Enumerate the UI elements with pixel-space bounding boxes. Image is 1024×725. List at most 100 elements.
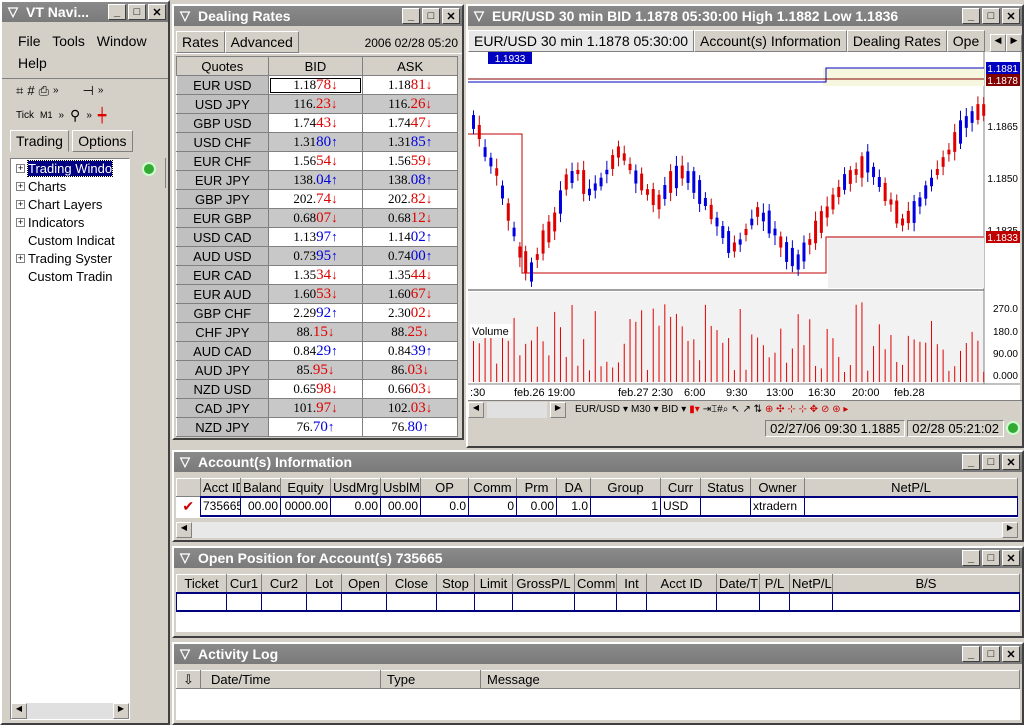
rate-pair[interactable]: EUR GBP <box>176 208 269 228</box>
ask-cell[interactable]: 1.1881↓ <box>362 75 458 95</box>
bid-cell[interactable]: 2.2992↑ <box>267 303 364 323</box>
position-col-header[interactable]: Date/T <box>716 574 760 593</box>
tree-item[interactable]: + Chart Layers <box>11 195 129 213</box>
activity-titlebar[interactable]: ▽ Activity Log _ □ ✕ <box>174 644 1022 664</box>
col-bid[interactable]: BID <box>267 56 364 76</box>
account-cell[interactable]: 0.00 <box>330 495 381 517</box>
period-select[interactable]: M30 <box>631 404 650 415</box>
account-cell[interactable]: 1.0 <box>556 495 591 517</box>
menu-tools[interactable]: Tools <box>52 33 85 49</box>
bid-cell[interactable]: 1.6053↓ <box>267 284 364 304</box>
fit-icon[interactable]: ⇥⌶#⌕ <box>703 404 729 415</box>
rate-pair[interactable]: NZD USD <box>176 379 269 399</box>
rate-pair[interactable]: EUR AUD <box>176 284 269 304</box>
rate-pair[interactable]: USD CHF <box>176 132 269 152</box>
position-col-header[interactable]: Open <box>341 574 387 593</box>
position-cell[interactable] <box>306 591 342 612</box>
ask-cell[interactable]: 1.1402↑ <box>362 227 458 247</box>
rate-row[interactable]: AUD USD 0.7395↑ 0.7400↑ <box>176 246 458 266</box>
account-cell[interactable]: USD <box>660 495 701 517</box>
more-icon-2[interactable]: » <box>98 85 104 96</box>
position-col-header[interactable]: Cur2 <box>261 574 307 593</box>
symbol-select[interactable]: EUR/USD <box>575 404 620 415</box>
bid-cell[interactable]: 138.04↑ <box>267 170 364 190</box>
bid-cell[interactable]: 85.95↓ <box>267 360 364 380</box>
account-cell[interactable]: 0000.00 <box>280 495 331 517</box>
tree-item[interactable]: + Trading Syster <box>11 249 129 267</box>
marker-badge-label[interactable]: 1.1933 <box>495 54 526 65</box>
bid-cell[interactable]: 1.3180↑ <box>267 132 364 152</box>
account-cell[interactable]: 1 <box>590 495 661 517</box>
rate-pair[interactable]: AUD USD <box>176 246 269 266</box>
position-col-header[interactable]: Stop <box>436 574 475 593</box>
pin-icon[interactable]: ⊣ <box>83 83 94 99</box>
account-col-header[interactable]: DA <box>556 478 591 497</box>
close-button[interactable]: ✕ <box>1002 646 1020 662</box>
position-cell[interactable] <box>226 591 262 612</box>
position-cell[interactable] <box>759 591 790 612</box>
maximize-button[interactable]: □ <box>128 4 146 20</box>
bid-cell[interactable]: 0.6807↓ <box>267 208 364 228</box>
rate-pair[interactable]: AUD CAD <box>176 341 269 361</box>
position-cell[interactable] <box>789 591 833 612</box>
expand-icon[interactable]: + <box>16 217 25 227</box>
cursor-icon[interactable]: ↖ ↗ ⇅ <box>731 404 762 415</box>
account-cell[interactable]: 00.00 <box>240 495 281 517</box>
scroll-left-icon[interactable]: ◀ <box>11 703 27 719</box>
rate-pair[interactable]: EUR CHF <box>176 151 269 171</box>
col-datetime[interactable]: Date/Time <box>200 670 381 689</box>
print-icon[interactable]: ⎙ <box>39 83 49 99</box>
rate-row[interactable]: EUR GBP 0.6807↓ 0.6812↓ <box>176 208 458 228</box>
expand-icon[interactable]: + <box>16 253 25 263</box>
rate-pair[interactable]: CAD JPY <box>176 398 269 418</box>
account-col-header[interactable]: UsdMrg <box>330 478 381 497</box>
position-col-header[interactable]: NetP/L <box>789 574 833 593</box>
position-col-header[interactable]: Acct ID <box>646 574 717 593</box>
rate-row[interactable]: EUR CAD 1.3534↓ 1.3544↓ <box>176 265 458 285</box>
bid-cell[interactable]: 1.1878↓ <box>267 75 364 95</box>
account-cell[interactable]: 0.0 <box>420 495 469 517</box>
rate-row[interactable]: GBP JPY 202.74↓ 202.82↓ <box>176 189 458 209</box>
ask-cell[interactable]: 88.25↓ <box>362 322 458 342</box>
scroll-right-icon[interactable]: ▶ <box>113 703 129 719</box>
more-icon[interactable]: » <box>53 85 59 96</box>
chart-titlebar[interactable]: ▽ EUR/USD 30 min BID 1.1878 05:30:00 Hig… <box>468 6 1022 26</box>
tab-account-info[interactable]: Account(s) Information <box>694 30 847 52</box>
bid-cell[interactable]: 76.70↑ <box>267 417 364 437</box>
minimize-button[interactable]: _ <box>402 8 420 24</box>
ask-cell[interactable]: 1.3544↓ <box>362 265 458 285</box>
rate-row[interactable]: CAD JPY 101.97↓ 102.03↓ <box>176 398 458 418</box>
chevron-down-icon[interactable]: ▾ <box>654 404 659 415</box>
crosshair-icon[interactable]: ⌗ <box>16 83 23 99</box>
account-col-header[interactable]: UsblM <box>380 478 421 497</box>
bid-cell[interactable]: 0.7395↑ <box>267 246 364 266</box>
chevron-down-icon[interactable]: ▾ <box>623 404 628 415</box>
expand-icon[interactable]: + <box>16 199 25 209</box>
account-cell[interactable]: 735665 <box>200 495 241 517</box>
scroll-right-icon[interactable]: ▶ <box>550 401 566 418</box>
col-quotes[interactable]: Quotes <box>176 56 269 76</box>
menu-window[interactable]: Window <box>97 33 147 49</box>
candlestick-chart[interactable]: 1.18651.18501.18351.18811.18781.18331.19… <box>468 52 1020 400</box>
dealing-titlebar[interactable]: ▽ Dealing Rates _ □ ✕ <box>174 6 462 26</box>
maximize-button[interactable]: □ <box>982 646 1000 662</box>
rate-pair[interactable]: USD JPY <box>176 94 269 114</box>
tree-item[interactable]: Custom Indicat <box>11 231 129 249</box>
account-col-header[interactable]: Balanc <box>240 478 281 497</box>
bid-cell[interactable]: 88.15↓ <box>267 322 364 342</box>
ask-cell[interactable]: 138.08↑ <box>362 170 458 190</box>
ask-cell[interactable]: 1.3185↑ <box>362 132 458 152</box>
ask-cell[interactable]: 86.03↓ <box>362 360 458 380</box>
tab-dealing-rates[interactable]: Dealing Rates <box>846 30 947 52</box>
maximize-button[interactable]: □ <box>982 550 1000 566</box>
tab-trading[interactable]: Trading <box>10 130 69 152</box>
bid-cell[interactable]: 1.3534↓ <box>267 265 364 285</box>
account-col-header[interactable]: Comm <box>468 478 517 497</box>
tab-scroll-left-icon[interactable]: ◀ <box>990 34 1006 52</box>
ask-cell[interactable]: 0.8439↑ <box>362 341 458 361</box>
zoom-icon[interactable]: ⚲ <box>70 107 80 124</box>
rate-row[interactable]: AUD CAD 0.8429↑ 0.8439↑ <box>176 341 458 361</box>
account-cell[interactable]: 0.00 <box>516 495 557 517</box>
position-cell[interactable] <box>474 591 513 612</box>
chart-hscroll[interactable] <box>487 401 547 418</box>
